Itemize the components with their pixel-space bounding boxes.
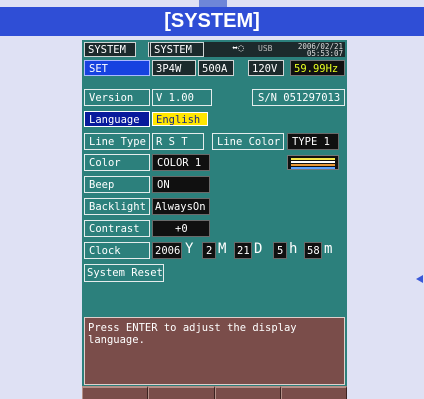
function-key-4[interactable] bbox=[281, 386, 347, 399]
mode-tab-system[interactable]: SYSTEM bbox=[148, 42, 204, 57]
datetime-display: 2006/02/21 05:53:07 bbox=[278, 42, 345, 57]
function-key-3[interactable] bbox=[215, 386, 281, 399]
clock-hour-unit: h bbox=[289, 242, 298, 257]
line-color-label: Line Color bbox=[212, 133, 284, 150]
instrument-screen: SYSTEM SYSTEM ⬌◌ USB 2006/02/21 05:53:07… bbox=[82, 40, 347, 399]
language-value[interactable]: English bbox=[152, 112, 208, 126]
voltage-range-value: 120V bbox=[248, 60, 284, 76]
signal-icon: ⬌◌ bbox=[204, 42, 256, 57]
clock-day[interactable]: 21 bbox=[234, 242, 252, 259]
clock-minute[interactable]: 58 bbox=[304, 242, 322, 259]
version-value: V 1.00 bbox=[152, 89, 212, 106]
serial-number: S/N 051297013 bbox=[252, 89, 345, 106]
clock-year[interactable]: 2006 bbox=[152, 242, 182, 259]
mode-label: SYSTEM bbox=[84, 42, 136, 57]
usb-icon: USB bbox=[256, 42, 278, 57]
contrast-label: Contrast bbox=[84, 220, 150, 237]
pointer-arrow-icon bbox=[416, 275, 423, 283]
line-type-value[interactable]: R S T bbox=[152, 133, 204, 150]
language-label[interactable]: Language bbox=[84, 111, 150, 127]
help-message: Press ENTER to adjust the display langua… bbox=[84, 317, 345, 385]
clock-month-unit: M bbox=[218, 242, 227, 257]
beep-value[interactable]: ON bbox=[152, 176, 210, 193]
version-label: Version bbox=[84, 89, 150, 106]
current-range-value: 500A bbox=[198, 60, 234, 76]
function-key-1[interactable] bbox=[82, 386, 148, 399]
line-color-value[interactable]: TYPE 1 bbox=[287, 133, 339, 150]
clock-label: Clock bbox=[84, 242, 150, 259]
line-color-swatch bbox=[287, 155, 339, 170]
clock-day-unit: D bbox=[254, 242, 263, 257]
line-type-label: Line Type bbox=[84, 133, 150, 150]
tab-set[interactable]: SET bbox=[84, 60, 150, 76]
function-key-2[interactable] bbox=[148, 386, 215, 399]
color-label: Color bbox=[84, 154, 150, 171]
contrast-value[interactable]: +0 bbox=[152, 220, 210, 237]
top-tab-stub bbox=[199, 0, 227, 7]
clock-year-unit: Y bbox=[185, 242, 194, 257]
clock-minute-unit: m bbox=[324, 242, 333, 257]
system-reset-button[interactable]: System Reset bbox=[84, 264, 164, 282]
frequency-value: 59.99Hz bbox=[290, 60, 345, 76]
header-time: 05:53:07 bbox=[306, 49, 343, 57]
clock-hour[interactable]: 5 bbox=[273, 242, 287, 259]
color-value[interactable]: COLOR 1 bbox=[152, 154, 210, 171]
page-banner: [SYSTEM] bbox=[0, 7, 424, 36]
beep-label: Beep bbox=[84, 176, 150, 193]
wiring-value: 3P4W bbox=[152, 60, 196, 76]
backlight-value[interactable]: AlwaysOn bbox=[152, 198, 210, 215]
clock-month[interactable]: 2 bbox=[202, 242, 216, 259]
backlight-label: Backlight bbox=[84, 198, 150, 215]
